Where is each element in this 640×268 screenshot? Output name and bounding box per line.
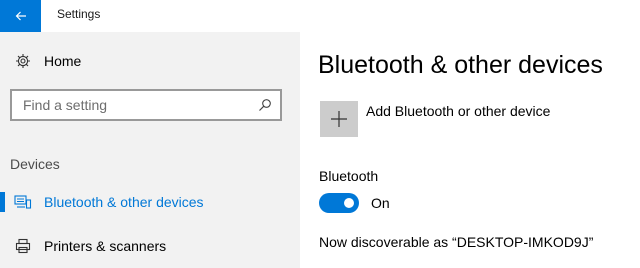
sidebar-item-label: Printers & scanners [44, 238, 167, 254]
sidebar-item-home[interactable]: Home [14, 52, 81, 70]
search-icon[interactable] [254, 94, 276, 116]
back-arrow-icon [15, 10, 27, 22]
group-header-devices: Devices [10, 156, 60, 172]
title-bar: Settings [0, 0, 640, 32]
sidebar-item-bluetooth[interactable]: Bluetooth & other devices [0, 185, 300, 219]
search-placeholder: Find a setting [23, 97, 108, 113]
sidebar: Home Find a setting Devices Bluetooth & … [0, 32, 300, 268]
sidebar-item-label: Bluetooth & other devices [44, 194, 204, 210]
printer-icon [14, 237, 32, 255]
plus-icon [330, 110, 348, 128]
toggle-state-label: On [371, 195, 390, 211]
page-title: Bluetooth & other devices [318, 51, 603, 79]
selection-indicator [0, 192, 5, 212]
toggle-knob [344, 198, 354, 208]
bluetooth-label: Bluetooth [319, 168, 379, 184]
bluetooth-toggle[interactable] [319, 193, 359, 213]
add-device-button[interactable] [320, 101, 358, 137]
search-input[interactable]: Find a setting [10, 89, 282, 121]
sidebar-item-printers[interactable]: Printers & scanners [0, 229, 300, 263]
gear-icon [14, 52, 32, 70]
add-device-label[interactable]: Add Bluetooth or other device [366, 103, 550, 119]
window-title: Settings [57, 7, 101, 21]
sidebar-item-label: Home [44, 53, 82, 69]
discoverable-status: Now discoverable as “DESKTOP-IMKOD9J” [319, 234, 594, 250]
bluetooth-devices-icon [14, 193, 32, 211]
back-button[interactable] [0, 0, 41, 32]
